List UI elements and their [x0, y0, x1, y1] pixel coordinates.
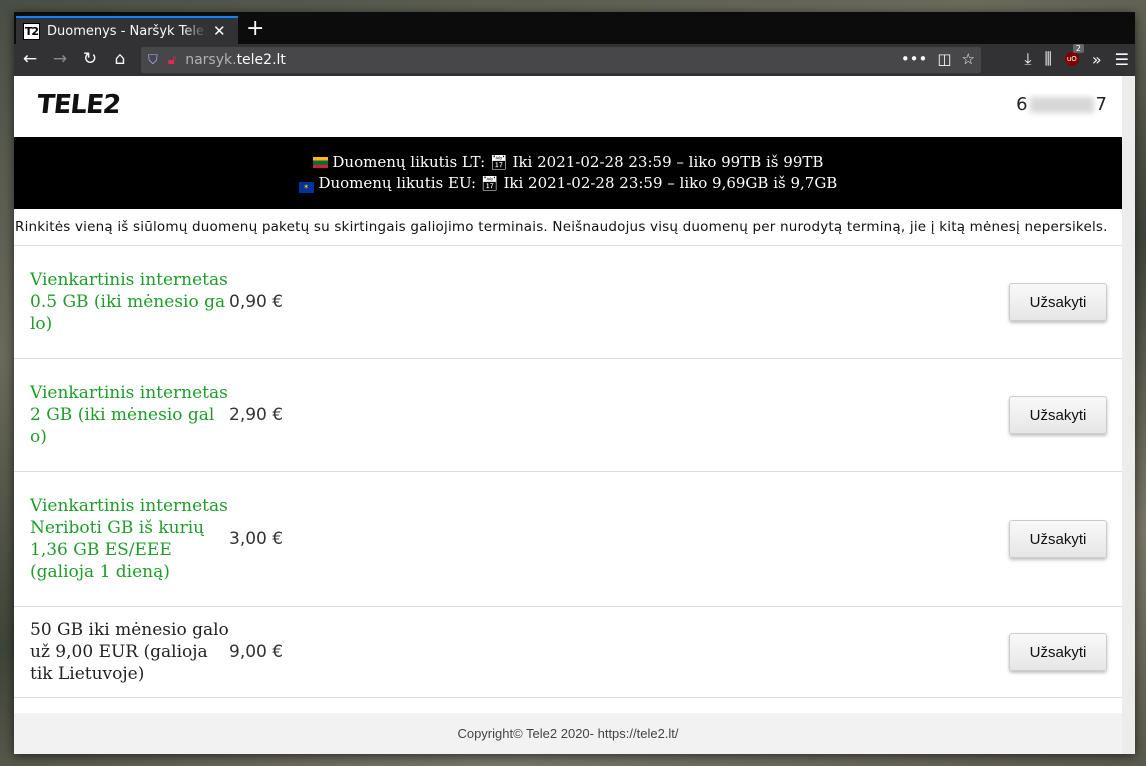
- url-prefix: narsyk.: [185, 52, 237, 68]
- offer-row: 50 GB iki mėnesio galo už 9,00 EUR (gali…: [14, 607, 1122, 698]
- pocket-icon[interactable]: ◫: [937, 50, 951, 68]
- lithuania-flag-icon: [312, 157, 328, 168]
- data-balance-banner: Duomenų likutis LT: 📅︎28 Iki 2021-02-28 …: [14, 137, 1122, 209]
- offer-price: 3,00 €: [229, 529, 284, 549]
- offer-price: 0,90 €: [229, 292, 284, 312]
- url-domain: tele2.lt: [236, 52, 286, 68]
- site-header: TELE2 67: [14, 76, 1122, 137]
- offer-price: 9,00 €: [229, 642, 284, 662]
- phone-redaction: [1029, 97, 1094, 113]
- back-arrow-icon[interactable]: ←: [19, 49, 41, 69]
- close-tab-icon[interactable]: ✕: [213, 22, 226, 40]
- url-actions: ••• ◫ ☆: [901, 50, 975, 68]
- page-content: TELE2 67 Duomenų likutis LT: 📅︎28 Iki 20…: [14, 76, 1122, 754]
- hamburger-menu-icon[interactable]: ☰: [1115, 50, 1129, 69]
- browser-window: T2 Duomenys - Naršyk Tele2 ✕ + ← → ↻ ⌂ ⛉…: [14, 12, 1135, 754]
- balance-lt-row: Duomenų likutis LT: 📅︎28 Iki 2021-02-28 …: [14, 152, 1122, 173]
- tele2-favicon-icon: T2: [23, 22, 40, 40]
- balance-lt-text: Iki 2021-02-28 23:59 – liko 99TB iš 99TB: [512, 153, 824, 171]
- order-button[interactable]: Užsakyti: [1009, 520, 1107, 558]
- order-button[interactable]: Užsakyti: [1009, 633, 1107, 671]
- offer-name: Vienkartinis internetas 2 GB (iki mėnesi…: [30, 383, 228, 447]
- insecure-lock-icon[interactable]: 🔓︎: [168, 53, 176, 68]
- balance-eu-text: Iki 2021-02-28 23:59 – liko 9,69GB iš 9,…: [503, 174, 838, 192]
- ublock-label: uO: [1066, 55, 1077, 63]
- site-footer: Copyright© Tele2 2020- https://tele2.lt/: [14, 713, 1122, 754]
- tab-bar: T2 Duomenys - Naršyk Tele2 ✕ +: [14, 12, 1135, 44]
- offer-row: Vienkartinis internetas Neriboti GB iš k…: [14, 472, 1122, 607]
- navigation-bar: ← → ↻ ⌂ ⛉ 🔓︎ narsyk.tele2.lt ••• ◫ ☆ ⤓ ⫼…: [14, 44, 1135, 76]
- tele2-logo[interactable]: TELE2: [35, 90, 121, 120]
- url-text[interactable]: narsyk.tele2.lt: [185, 52, 286, 68]
- ublock-icon[interactable]: uO 2: [1064, 44, 1084, 66]
- offer-price: 2,90 €: [229, 405, 284, 425]
- phone-end: 7: [1095, 94, 1107, 115]
- calendar-icon: 📅︎: [489, 155, 508, 171]
- offer-name: Vienkartinis internetas Neriboti GB iš k…: [30, 496, 228, 582]
- phone-start: 6: [1016, 94, 1028, 115]
- calendar-icon: 📅︎: [480, 176, 499, 192]
- download-icon[interactable]: ⤓: [1024, 49, 1031, 69]
- page-scrollbar[interactable]: [1122, 76, 1135, 754]
- balance-eu-label: Duomenų likutis EU:: [318, 174, 477, 192]
- tab-title: Duomenys - Naršyk Tele2: [47, 23, 207, 39]
- new-tab-icon[interactable]: +: [246, 18, 264, 40]
- offer-row: Vienkartinis internetas 2 GB (iki mėnesi…: [14, 359, 1122, 472]
- offer-name: 50 GB iki mėnesio galo už 9,00 EUR (gali…: [30, 620, 229, 684]
- home-icon[interactable]: ⌂: [109, 49, 131, 69]
- tab-active[interactable]: T2 Duomenys - Naršyk Tele2 ✕: [16, 16, 238, 44]
- forward-arrow-icon[interactable]: →: [49, 49, 71, 69]
- offer-name: Vienkartinis internetas 0.5 GB (iki mėne…: [30, 270, 228, 334]
- page-actions-icon[interactable]: •••: [901, 50, 928, 68]
- phone-number: 67: [1016, 94, 1107, 115]
- balance-eu-row: ✶ Duomenų likutis EU: 📅︎28 Iki 2021-02-2…: [14, 173, 1122, 194]
- url-bar[interactable]: ⛉ 🔓︎ narsyk.tele2.lt ••• ◫ ☆: [141, 47, 981, 73]
- tracking-shield-icon[interactable]: ⛉: [148, 53, 158, 68]
- intro-text: Rinkitės vieną iš siūlomų duomenų paketų…: [14, 209, 1122, 246]
- order-button[interactable]: Užsakyti: [1009, 283, 1107, 321]
- balance-lt-label: Duomenų likutis LT:: [332, 153, 486, 171]
- offer-row: Vienkartinis internetas 0.5 GB (iki mėne…: [14, 246, 1122, 359]
- library-icon[interactable]: ⫼: [1044, 49, 1051, 69]
- ublock-count-badge: 2: [1072, 44, 1084, 53]
- order-button[interactable]: Užsakyti: [1009, 396, 1107, 434]
- overflow-chevron-icon[interactable]: »: [1092, 50, 1102, 69]
- eu-flag-icon: ✶: [298, 182, 314, 193]
- reload-icon[interactable]: ↻: [79, 49, 101, 69]
- toolbar-right: ⤓ ⫼ uO 2 » ☰: [1024, 44, 1129, 69]
- bookmark-star-icon[interactable]: ☆: [962, 50, 975, 68]
